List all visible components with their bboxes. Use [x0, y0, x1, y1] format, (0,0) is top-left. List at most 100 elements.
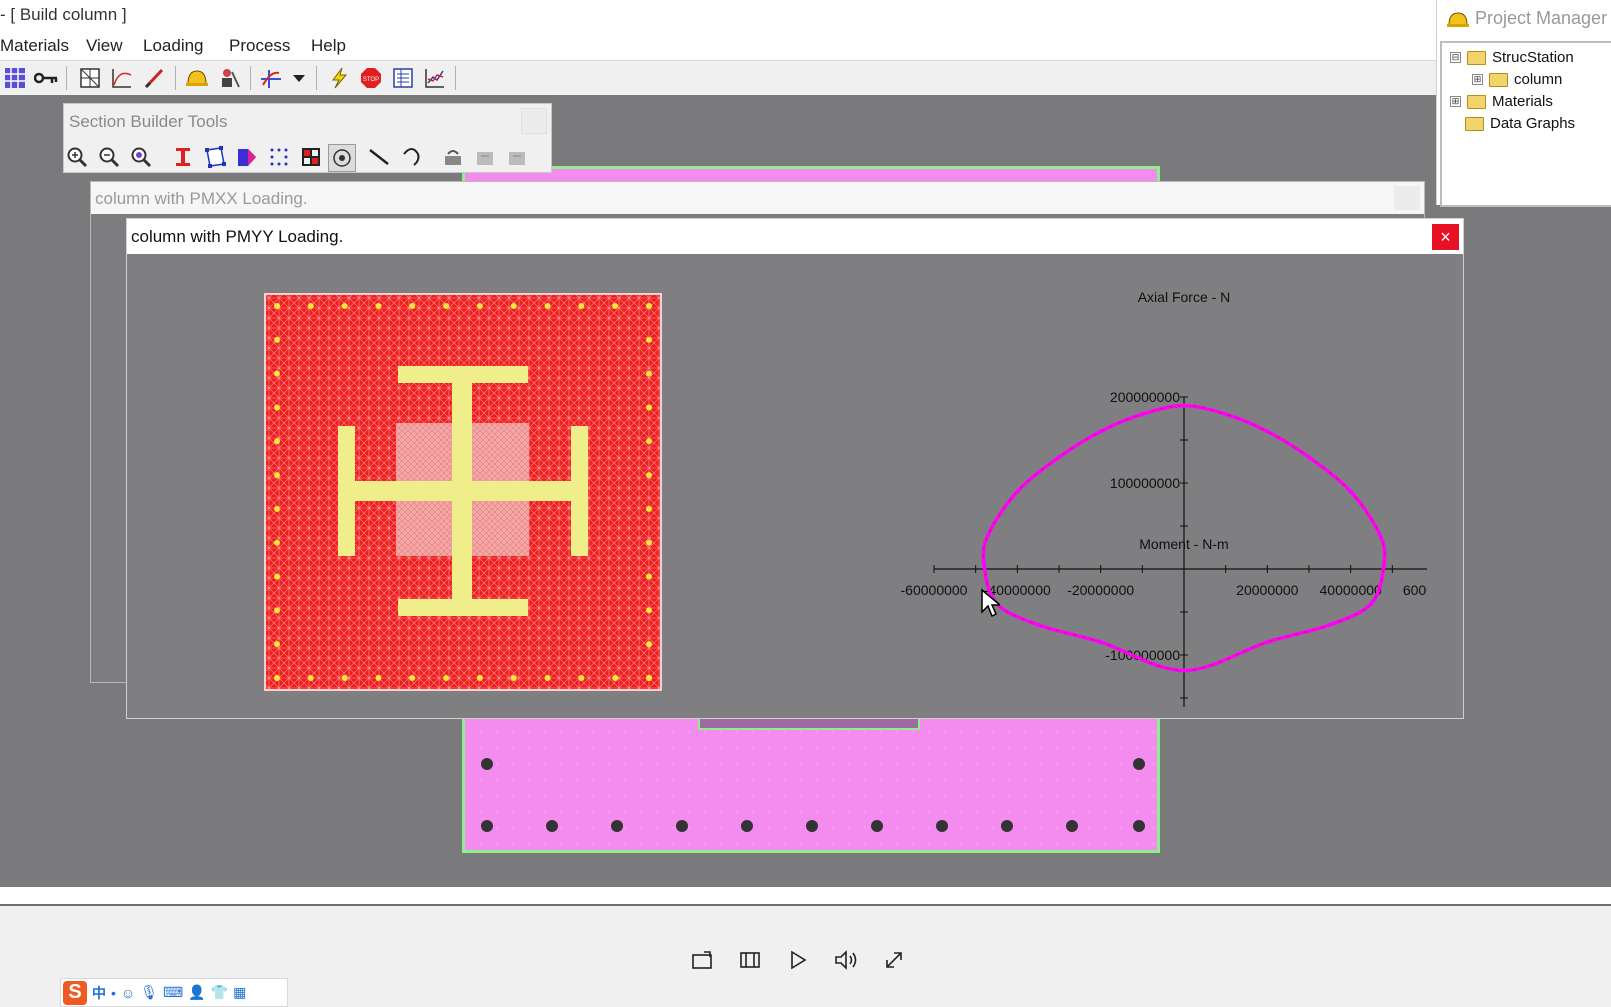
frame-icon[interactable]	[735, 946, 765, 974]
axis-icon[interactable]	[258, 66, 284, 90]
line-tool-icon[interactable]	[366, 144, 392, 170]
data-point	[1035, 622, 1041, 628]
helmet-icon[interactable]	[184, 66, 210, 90]
rebar-dot	[611, 820, 623, 832]
menu-loading[interactable]: Loading	[143, 36, 204, 56]
rebar-icon[interactable]	[328, 144, 356, 172]
rebar-dot	[741, 820, 753, 832]
worker-icon[interactable]	[216, 66, 242, 90]
zoom-fit-icon[interactable]	[128, 144, 154, 170]
user-icon[interactable]: 👤	[188, 984, 205, 1001]
rebar-dot	[375, 303, 382, 309]
i-beam-icon[interactable]	[170, 144, 196, 170]
keyboard-icon[interactable]: ⌨	[163, 984, 183, 1001]
data-point	[1140, 412, 1145, 417]
tree-expander[interactable]: ⊞	[1472, 74, 1483, 85]
grid-menu-icon[interactable]: ▦	[233, 984, 246, 1001]
zoom-in-icon[interactable]	[64, 144, 90, 170]
data-point	[1377, 532, 1383, 537]
rebar-dot	[1133, 758, 1145, 770]
pen-icon[interactable]	[141, 66, 167, 90]
pmyy-window[interactable]: column with PMYY Loading. × -60000000 -4…	[126, 218, 1464, 719]
close-icon[interactable]	[521, 108, 547, 134]
data-point	[1381, 562, 1387, 567]
tree-item-column[interactable]: ⊞ column	[1472, 71, 1562, 88]
points-icon[interactable]	[266, 144, 292, 170]
rebar-dot	[481, 758, 493, 770]
data-point	[1306, 455, 1312, 460]
grid-icon[interactable]	[2, 66, 28, 90]
y-axis-label: Axial Force - N	[1138, 289, 1231, 305]
report-icon[interactable]	[390, 66, 416, 90]
rebar-dot	[476, 303, 483, 309]
cursor-icon	[981, 588, 1000, 618]
data-point	[1056, 455, 1062, 460]
data-point	[1265, 429, 1270, 434]
section-preview	[264, 293, 662, 691]
y-tick-label: 200000000	[1110, 389, 1180, 405]
folder-icon	[1467, 50, 1486, 65]
punctuation-icon[interactable]: •	[111, 985, 116, 1001]
tree-item-label: Data Graphs	[1490, 115, 1576, 132]
rebar-dot	[1066, 820, 1078, 832]
volume-icon[interactable]	[831, 946, 861, 974]
project-manager-panel: Project Manager ⊟ StrucStation ⊞ column …	[1436, 0, 1611, 207]
tree-item-strucstation[interactable]: ⊟ StrucStation	[1450, 49, 1574, 66]
emoji-icon[interactable]: ☺	[121, 985, 135, 1001]
key-icon[interactable]	[33, 66, 59, 90]
rebar-dot	[274, 539, 280, 546]
graph-icon[interactable]	[422, 66, 448, 90]
ime-mode[interactable]: 中	[92, 983, 106, 1003]
rebar-dot	[510, 675, 517, 681]
redo-icon[interactable]	[472, 144, 498, 170]
lightning-icon[interactable]	[326, 66, 352, 90]
rebar-dot	[646, 573, 652, 580]
zoom-out-icon[interactable]	[96, 144, 122, 170]
rebar-dot	[546, 820, 558, 832]
chevron-down-icon[interactable]	[286, 66, 312, 90]
menu-view[interactable]: View	[86, 36, 123, 56]
rebar-dot	[274, 336, 280, 343]
stop-icon[interactable]: STOP	[358, 66, 384, 90]
play-icon[interactable]	[783, 946, 813, 974]
undo-icon[interactable]	[440, 144, 466, 170]
polygon-icon[interactable]	[202, 144, 228, 170]
microphone-icon[interactable]: 🎙	[140, 984, 158, 1001]
menu-help[interactable]: Help	[311, 36, 346, 56]
folder-icon	[1467, 94, 1486, 109]
curve-icon[interactable]	[109, 66, 135, 90]
menu-materials[interactable]: Materials	[0, 36, 69, 56]
x-axis-label: Moment - N-m	[1139, 536, 1228, 552]
svg-text:STOP: STOP	[363, 77, 379, 83]
refresh-icon[interactable]	[504, 144, 530, 170]
tree-item-materials[interactable]: ⊞ Materials	[1450, 93, 1553, 110]
rebar-dot	[676, 820, 688, 832]
tree-item-data-graphs[interactable]: Data Graphs	[1465, 115, 1575, 132]
data-point	[1369, 601, 1374, 606]
close-button[interactable]: ×	[1432, 224, 1459, 250]
section-builder-tools[interactable]: Section Builder Tools	[63, 103, 552, 173]
rotate-icon[interactable]	[687, 946, 717, 974]
skin-icon[interactable]: 👕	[211, 984, 228, 1001]
material-icon[interactable]	[298, 144, 324, 170]
arc-tool-icon[interactable]	[398, 144, 424, 170]
tree-expander[interactable]: ⊟	[1450, 52, 1461, 63]
fullscreen-icon[interactable]	[879, 946, 909, 974]
inner-block	[471, 423, 529, 481]
close-icon[interactable]	[1394, 186, 1420, 210]
rebar-dot	[274, 472, 280, 479]
rebar-dot	[646, 404, 652, 411]
shape-fill-icon[interactable]	[234, 144, 260, 170]
mesh-icon[interactable]	[77, 66, 103, 90]
folder-open-icon	[1489, 72, 1508, 87]
rebar-dot	[481, 820, 493, 832]
rebar-dot	[646, 641, 652, 648]
rebar-dot	[612, 675, 619, 681]
sogou-logo[interactable]: S	[63, 980, 87, 1005]
rebar-dot	[612, 303, 619, 309]
tree-expander[interactable]: ⊞	[1450, 96, 1461, 107]
folder-icon	[1465, 116, 1484, 131]
menu-process[interactable]: Process	[229, 36, 290, 56]
pmyy-title: column with PMYY Loading.	[131, 227, 344, 246]
rebar-dot	[274, 573, 280, 580]
